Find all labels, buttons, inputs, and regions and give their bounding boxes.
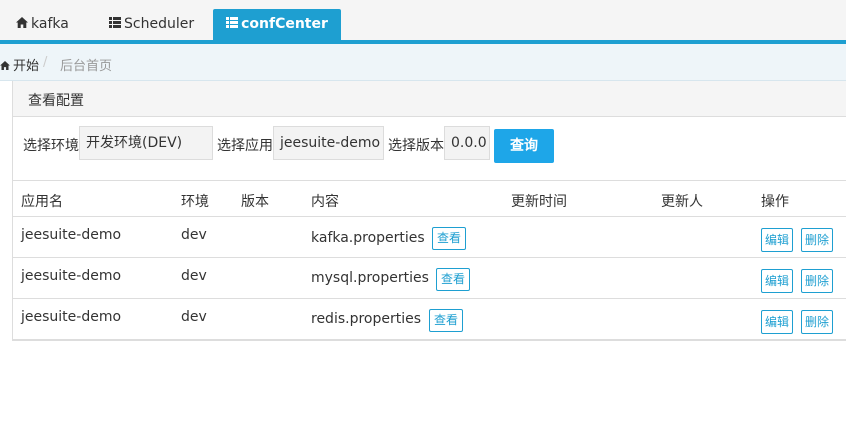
top-nav: kafka Scheduler confCenter (0, 0, 846, 44)
view-button[interactable]: 查看 (429, 309, 464, 332)
tab-scheduler-label: Scheduler (124, 16, 195, 32)
cell-app: jeesuite-demo (21, 268, 122, 284)
tab-scheduler[interactable]: Scheduler (109, 9, 194, 40)
table-row: jeesuite-demo dev kafka.properties 查看 编辑… (13, 217, 846, 258)
home-icon (16, 9, 28, 40)
header-updated-by: 更新人 (661, 194, 703, 210)
header-updated-at: 更新时间 (511, 194, 567, 210)
breadcrumb-home-link[interactable]: 开始 (0, 55, 39, 74)
breadcrumb-separator: / (43, 55, 48, 70)
breadcrumb-home-label: 开始 (13, 59, 40, 74)
header-version: 版本 (241, 194, 269, 210)
tab-confcenter-label: confCenter (241, 16, 328, 32)
table-row: jeesuite-demo dev redis.properties 查看 编辑… (13, 299, 846, 340)
cell-content: kafka.properties (311, 230, 425, 246)
delete-button[interactable]: 删除 (801, 269, 834, 293)
tab-confcenter[interactable]: confCenter (213, 9, 341, 40)
header-app: 应用名 (21, 194, 63, 210)
version-select[interactable]: 0.0.0 (444, 126, 490, 160)
header-content: 内容 (311, 194, 339, 210)
cell-content: redis.properties (311, 311, 422, 327)
panel-title: 查看配置 (28, 93, 84, 109)
home-icon (0, 59, 10, 74)
edit-button[interactable]: 编辑 (761, 310, 794, 334)
cell-env: dev (181, 268, 207, 284)
list-icon (109, 9, 121, 40)
table-header: 应用名 环境 版本 内容 更新时间 更新人 操作 (13, 180, 846, 217)
version-label: 选择版本 (388, 138, 444, 154)
edit-button[interactable]: 编辑 (761, 269, 794, 293)
app-select[interactable]: jeesuite-demo (273, 126, 384, 160)
query-button[interactable]: 查询 (494, 129, 554, 163)
table-row: jeesuite-demo dev mysql.properties 查看 编辑… (13, 258, 846, 299)
cell-app: jeesuite-demo (21, 227, 122, 243)
view-button[interactable]: 查看 (436, 268, 471, 291)
view-button[interactable]: 查看 (432, 227, 467, 250)
edit-button[interactable]: 编辑 (761, 228, 794, 252)
cell-content: mysql.properties (311, 270, 429, 286)
breadcrumb-current: 后台首页 (60, 59, 113, 74)
panel-header: 查看配置 (13, 81, 846, 117)
delete-button[interactable]: 删除 (801, 310, 834, 334)
app-label: 选择应用 (217, 138, 273, 154)
delete-button[interactable]: 删除 (801, 228, 834, 252)
env-select[interactable]: 开发环境(DEV) (79, 126, 213, 160)
cell-env: dev (181, 309, 207, 325)
env-label: 选择环境 (23, 138, 79, 154)
breadcrumb: 开始 / 后台首页 (0, 44, 846, 81)
tab-kafka[interactable]: kafka (16, 9, 69, 40)
header-actions: 操作 (761, 194, 789, 210)
cell-app: jeesuite-demo (21, 309, 122, 325)
list-icon (226, 9, 239, 40)
cell-env: dev (181, 227, 207, 243)
config-panel: 查看配置 选择环境 开发环境(DEV) 选择应用 jeesuite-demo 选… (12, 81, 846, 341)
header-env: 环境 (181, 194, 209, 210)
tab-kafka-label: kafka (31, 16, 69, 32)
